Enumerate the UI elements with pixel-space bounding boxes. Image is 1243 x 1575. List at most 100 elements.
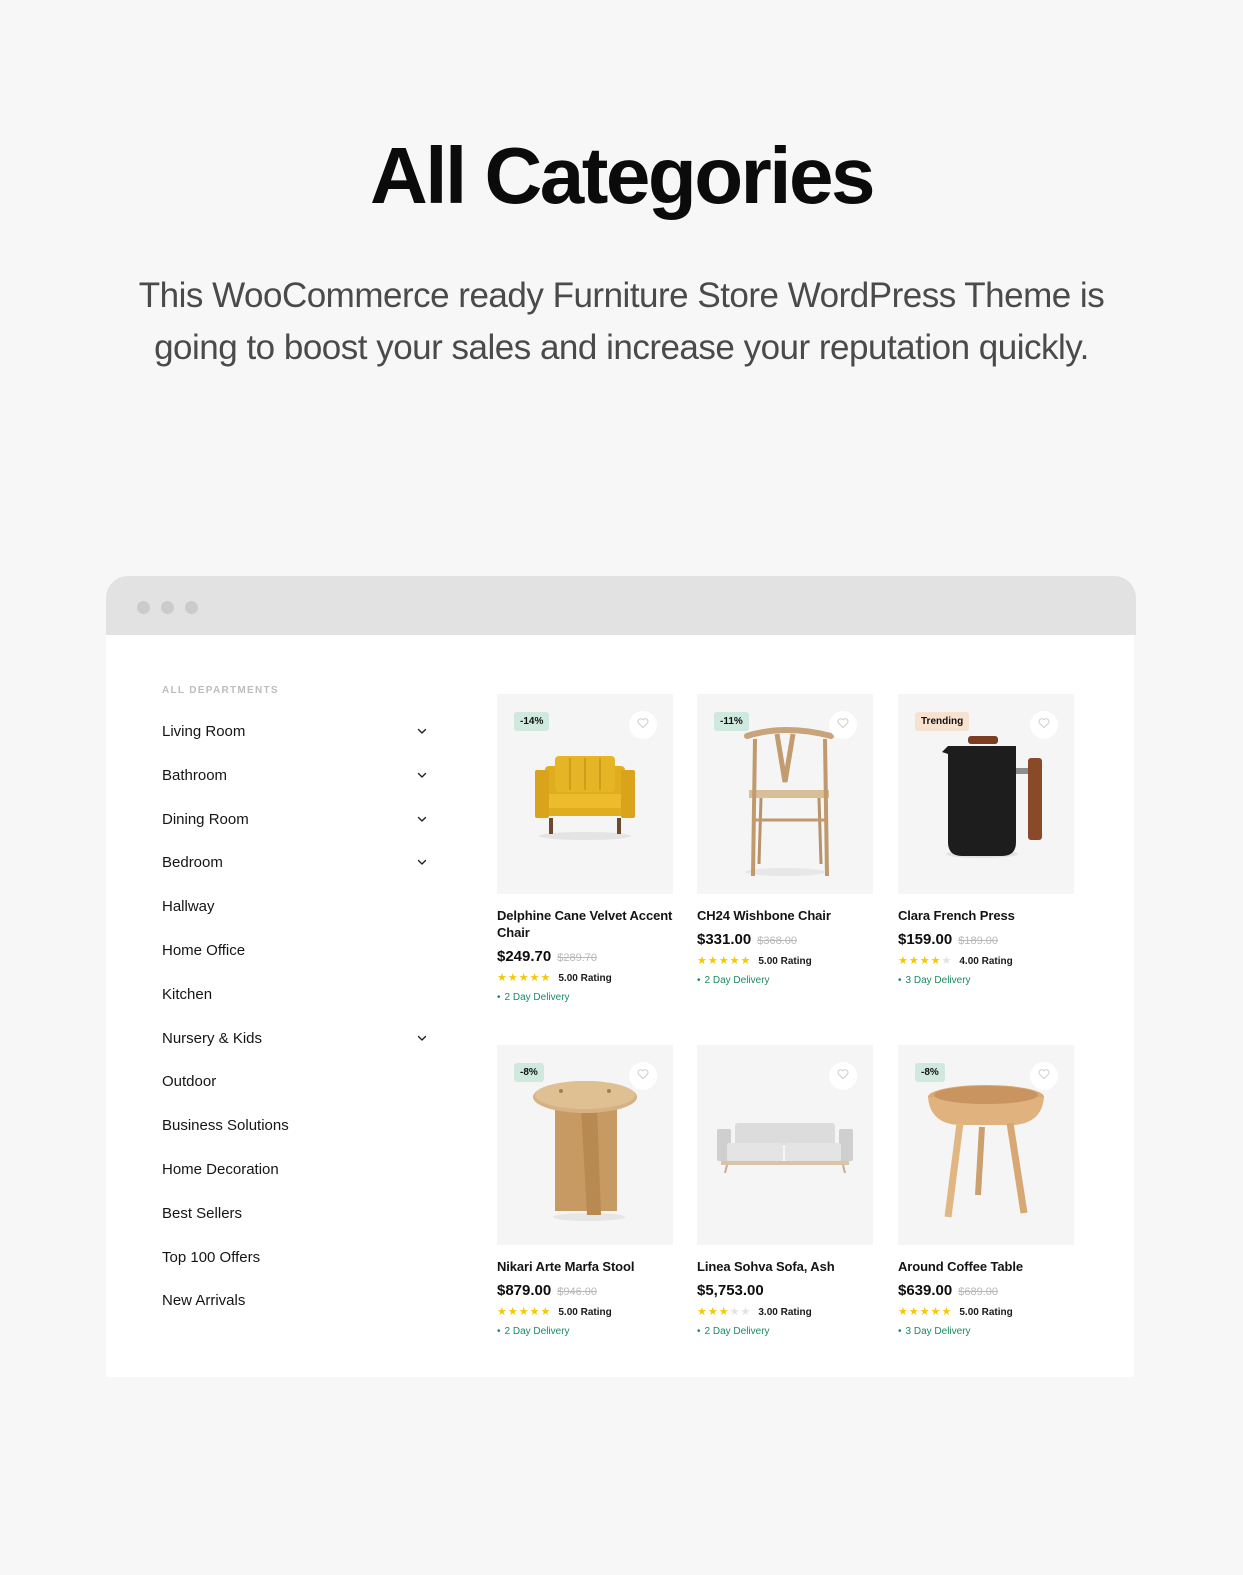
chevron-down-icon[interactable]	[416, 1032, 430, 1046]
sidebar-item-bedroom[interactable]: Bedroom	[162, 854, 442, 898]
product-card[interactable]: Linea Sohva Sofa, Ash $5,753.00 ★ ★ ★ ★ ★ 3.…	[697, 1045, 873, 1337]
sidebar-item-top-100-offers[interactable]: Top 100 Offers	[162, 1249, 442, 1293]
heart-icon	[836, 716, 850, 735]
window-dot-icon	[137, 601, 150, 614]
star-icon: ★	[930, 1306, 941, 1318]
product-card[interactable]: -14% Delphine Cane Velvet Accent Chair $…	[497, 694, 673, 1003]
sidebar-item-label: Home Office	[162, 941, 246, 959]
star-icon: ★	[908, 955, 919, 967]
sidebar-item-label: Living Room	[162, 723, 246, 740]
chevron-down-icon[interactable]	[416, 769, 430, 783]
heart-icon	[1037, 716, 1051, 735]
delivery-info: 2 Day Delivery	[697, 1326, 873, 1337]
sidebar-list: Living Room Bathroom Dining Room Bedroom Hal…	[162, 723, 442, 1336]
page-subtitle: This WooCommerce ready Furniture Store W…	[138, 276, 1105, 367]
heart-icon	[836, 1067, 850, 1086]
star-rating: ★ ★ ★ ★ ★	[497, 973, 550, 984]
star-icon: ★	[540, 972, 551, 984]
star-icon: ★	[898, 955, 908, 967]
page-title: All Categories	[370, 131, 875, 220]
product-card[interactable]: -11% CH24 Wishbone Chair $331.00 $368.00…	[697, 694, 873, 986]
product-name[interactable]: Nikari Arte Marfa Stool	[497, 1258, 673, 1275]
sidebar-item-best-sellers[interactable]: Best Sellers	[162, 1205, 442, 1249]
rating-text: 5.00 Rating	[758, 956, 812, 967]
sidebar-item-business-solutions[interactable]: Business Solutions	[162, 1117, 442, 1161]
product-card[interactable]: -8% Around Coffee Table $639.00 $689.00 …	[898, 1045, 1074, 1337]
star-rating: ★ ★ ★ ★ ★	[898, 956, 951, 967]
sidebar-item-label: Dining Room	[162, 810, 249, 828]
star-icon: ★	[919, 955, 930, 967]
sidebar-item-label: Hallway	[162, 898, 215, 916]
star-icon: ★	[941, 1306, 952, 1318]
product-image[interactable]: -14%	[497, 694, 673, 894]
product-price: $879.00	[497, 1282, 552, 1299]
chevron-down-icon[interactable]	[416, 725, 430, 739]
star-icon: ★	[507, 972, 518, 984]
delivery-info: 3 Day Delivery	[898, 975, 1074, 986]
wishlist-button[interactable]	[629, 1062, 657, 1090]
star-icon: ★	[718, 955, 729, 967]
product-name[interactable]: Around Coffee Table	[898, 1258, 1074, 1275]
star-icon: ★	[729, 1306, 740, 1318]
window-dot-icon	[161, 601, 174, 614]
sidebar-item-home-decoration[interactable]: Home Decoration	[162, 1161, 442, 1205]
product-price: $639.00	[898, 1282, 953, 1299]
product-image[interactable]: -8%	[898, 1045, 1074, 1245]
product-image[interactable]	[697, 1045, 873, 1245]
product-name[interactable]: Linea Sohva Sofa, Ash	[697, 1258, 873, 1275]
sidebar-item-nursery-kids[interactable]: Nursery & Kids	[162, 1030, 442, 1074]
chevron-down-icon[interactable]	[416, 813, 430, 827]
original-price: $189.00	[958, 935, 998, 947]
star-rating: ★ ★ ★ ★ ★	[898, 1307, 951, 1318]
star-icon: ★	[718, 1306, 729, 1318]
product-image[interactable]: -11%	[697, 694, 873, 894]
product-price: $331.00	[697, 931, 752, 948]
star-icon: ★	[697, 955, 707, 967]
star-icon: ★	[740, 1306, 751, 1318]
product-image[interactable]: Trending	[898, 694, 1074, 894]
rating-text: 5.00 Rating	[959, 1307, 1013, 1318]
sidebar-item-living-room[interactable]: Living Room	[162, 723, 442, 767]
browser-title-bar	[106, 576, 1136, 635]
wishlist-button[interactable]	[629, 711, 657, 739]
sidebar-item-label: Kitchen	[162, 985, 213, 1003]
sidebar-item-label: Business Solutions	[162, 1117, 289, 1135]
sidebar-item-dining-room[interactable]: Dining Room	[162, 811, 442, 855]
chevron-down-icon[interactable]	[416, 856, 430, 870]
sidebar-item-label: Best Sellers	[162, 1204, 243, 1222]
window-dot-icon	[185, 601, 198, 614]
product-image[interactable]: -8%	[497, 1045, 673, 1245]
discount-badge: -14%	[514, 712, 550, 731]
sidebar-item-label: Home Decoration	[162, 1160, 279, 1178]
wishlist-button[interactable]	[1030, 711, 1058, 739]
sidebar-heading: All Departments	[162, 685, 279, 696]
wishlist-button[interactable]	[829, 1062, 857, 1090]
star-icon: ★	[908, 1306, 919, 1318]
product-name[interactable]: Clara French Press	[898, 907, 1074, 924]
sidebar-item-outdoor[interactable]: Outdoor	[162, 1073, 442, 1117]
wishlist-button[interactable]	[1030, 1062, 1058, 1090]
browser-content: All Departments Living Room Bathroom Dinin…	[106, 635, 1134, 1377]
product-name[interactable]: CH24 Wishbone Chair	[697, 907, 873, 924]
star-icon: ★	[497, 972, 507, 984]
star-icon: ★	[941, 955, 952, 967]
discount-badge: -8%	[915, 1063, 945, 1082]
sidebar-item-new-arrivals[interactable]: New Arrivals	[162, 1292, 442, 1336]
sidebar-item-hallway[interactable]: Hallway	[162, 898, 442, 942]
product-card[interactable]: -8% Nikari Arte Marfa Stool $879.00 $946…	[497, 1045, 673, 1337]
product-card[interactable]: Trending Clara French Press $159.00 $189…	[898, 694, 1074, 986]
original-price: $368.00	[757, 935, 797, 947]
rating-text: 5.00 Rating	[558, 1307, 612, 1318]
delivery-info: 2 Day Delivery	[497, 1326, 673, 1337]
product-name[interactable]: Delphine Cane Velvet Accent Chair	[497, 907, 673, 941]
wishlist-button[interactable]	[829, 711, 857, 739]
delivery-info: 3 Day Delivery	[898, 1326, 1074, 1337]
sidebar-item-kitchen[interactable]: Kitchen	[162, 986, 442, 1030]
sidebar-item-home-office[interactable]: Home Office	[162, 942, 442, 986]
sidebar-item-label: Nursery & Kids	[162, 1029, 263, 1047]
star-icon: ★	[529, 1306, 540, 1318]
product-price: $159.00	[898, 931, 953, 948]
sidebar-item-bathroom[interactable]: Bathroom	[162, 767, 442, 811]
original-price: $689.00	[958, 1286, 998, 1298]
star-icon: ★	[919, 1306, 930, 1318]
